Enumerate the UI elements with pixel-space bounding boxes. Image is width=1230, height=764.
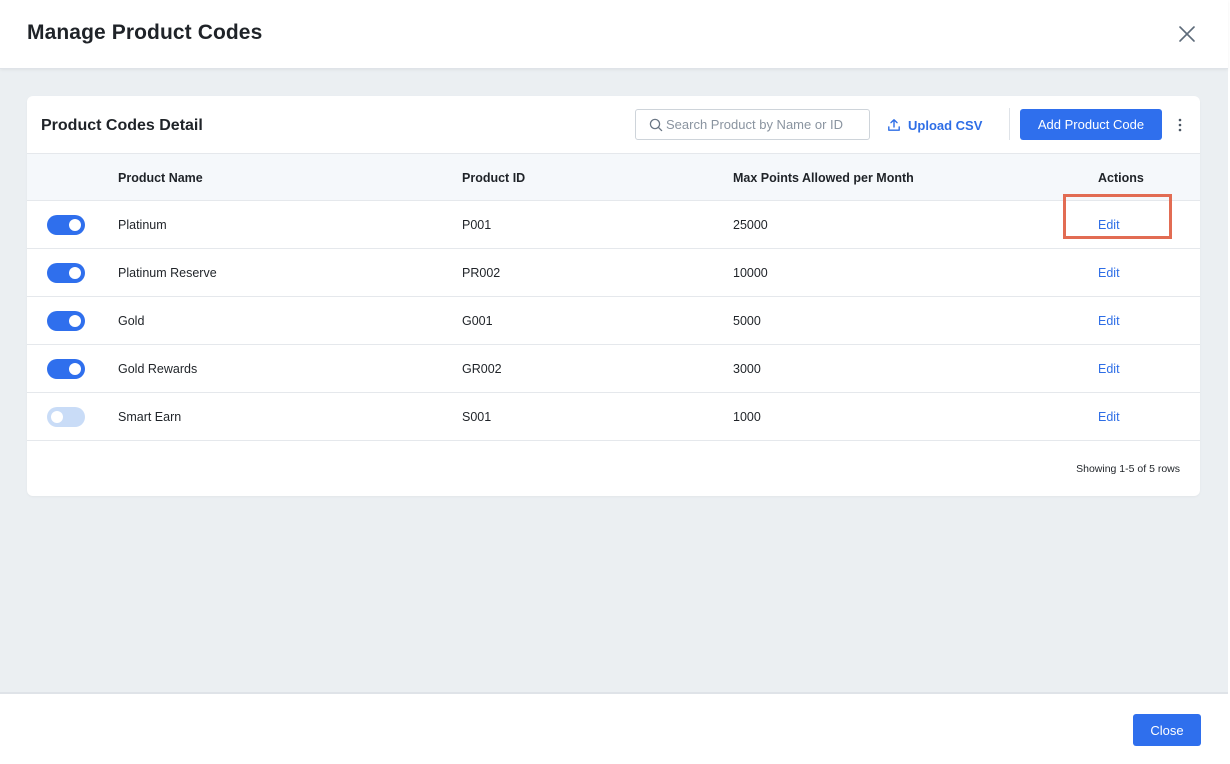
modal-footer: Close [0, 692, 1228, 764]
product-id-cell: GR002 [462, 362, 502, 376]
more-vertical-icon[interactable] [1173, 116, 1187, 134]
upload-csv-button[interactable]: Upload CSV [887, 110, 987, 140]
product-id-cell: S001 [462, 410, 492, 424]
toggle-knob [69, 363, 81, 375]
max-points-cell: 3000 [733, 362, 761, 376]
toggle-knob [51, 411, 63, 423]
column-header-product-id[interactable]: Product ID [462, 171, 525, 185]
upload-icon [888, 119, 900, 131]
product-codes-card: Product Codes Detail Upload CSV Add Prod… [27, 96, 1200, 496]
edit-link[interactable]: Edit [1098, 362, 1120, 376]
product-name-cell: Platinum Reserve [118, 266, 217, 280]
upload-csv-label: Upload CSV [908, 117, 983, 133]
search-box[interactable] [635, 109, 870, 140]
max-points-cell: 1000 [733, 410, 761, 424]
toggle-knob [69, 315, 81, 327]
row-enabled-toggle[interactable] [47, 407, 85, 427]
modal-body: Product Codes Detail Upload CSV Add Prod… [0, 69, 1228, 692]
row-enabled-toggle[interactable] [47, 263, 85, 283]
column-header-product-name[interactable]: Product Name [118, 171, 203, 185]
toggle-knob [69, 267, 81, 279]
table-row: Gold G001 5000 Edit [27, 297, 1200, 345]
product-name-cell: Gold [118, 314, 145, 328]
row-enabled-toggle[interactable] [47, 311, 85, 331]
row-enabled-toggle[interactable] [47, 359, 85, 379]
table-row: Smart Earn S001 1000 Edit [27, 393, 1200, 441]
product-id-cell: G001 [462, 314, 493, 328]
table-row: Platinum P001 25000 Edit [27, 201, 1200, 249]
row-enabled-toggle[interactable] [47, 215, 85, 235]
edit-link[interactable]: Edit [1098, 218, 1120, 232]
edit-link[interactable]: Edit [1098, 410, 1120, 424]
modal-title: Manage Product Codes [27, 21, 263, 44]
search-input[interactable] [666, 110, 866, 139]
product-id-cell: PR002 [462, 266, 501, 280]
add-product-code-button[interactable]: Add Product Code [1020, 109, 1162, 140]
modal-header: Manage Product Codes [0, 0, 1228, 69]
close-button[interactable]: Close [1133, 714, 1201, 746]
table-row: Platinum Reserve PR002 10000 Edit [27, 249, 1200, 297]
table-row: Gold Rewards GR002 3000 Edit [27, 345, 1200, 393]
max-points-cell: 10000 [733, 266, 768, 280]
column-header-actions: Actions [1098, 171, 1144, 185]
pagination-summary: Showing 1-5 of 5 rows [1076, 463, 1180, 475]
max-points-cell: 25000 [733, 218, 768, 232]
edit-link[interactable]: Edit [1098, 314, 1120, 328]
column-header-max-points[interactable]: Max Points Allowed per Month [733, 171, 914, 185]
product-name-cell: Gold Rewards [118, 362, 198, 376]
search-icon [649, 118, 663, 132]
product-id-cell: P001 [462, 218, 492, 232]
table-header: Product Name Product ID Max Points Allow… [27, 153, 1200, 201]
close-icon[interactable] [1174, 21, 1200, 47]
toggle-knob [69, 219, 81, 231]
edit-link[interactable]: Edit [1098, 266, 1120, 280]
max-points-cell: 5000 [733, 314, 761, 328]
manage-product-codes-modal: Manage Product Codes Product Codes Detai… [0, 0, 1228, 764]
card-title: Product Codes Detail [41, 117, 203, 134]
product-name-cell: Smart Earn [118, 410, 182, 424]
product-name-cell: Platinum [118, 218, 167, 232]
toolbar-divider [1009, 108, 1010, 140]
